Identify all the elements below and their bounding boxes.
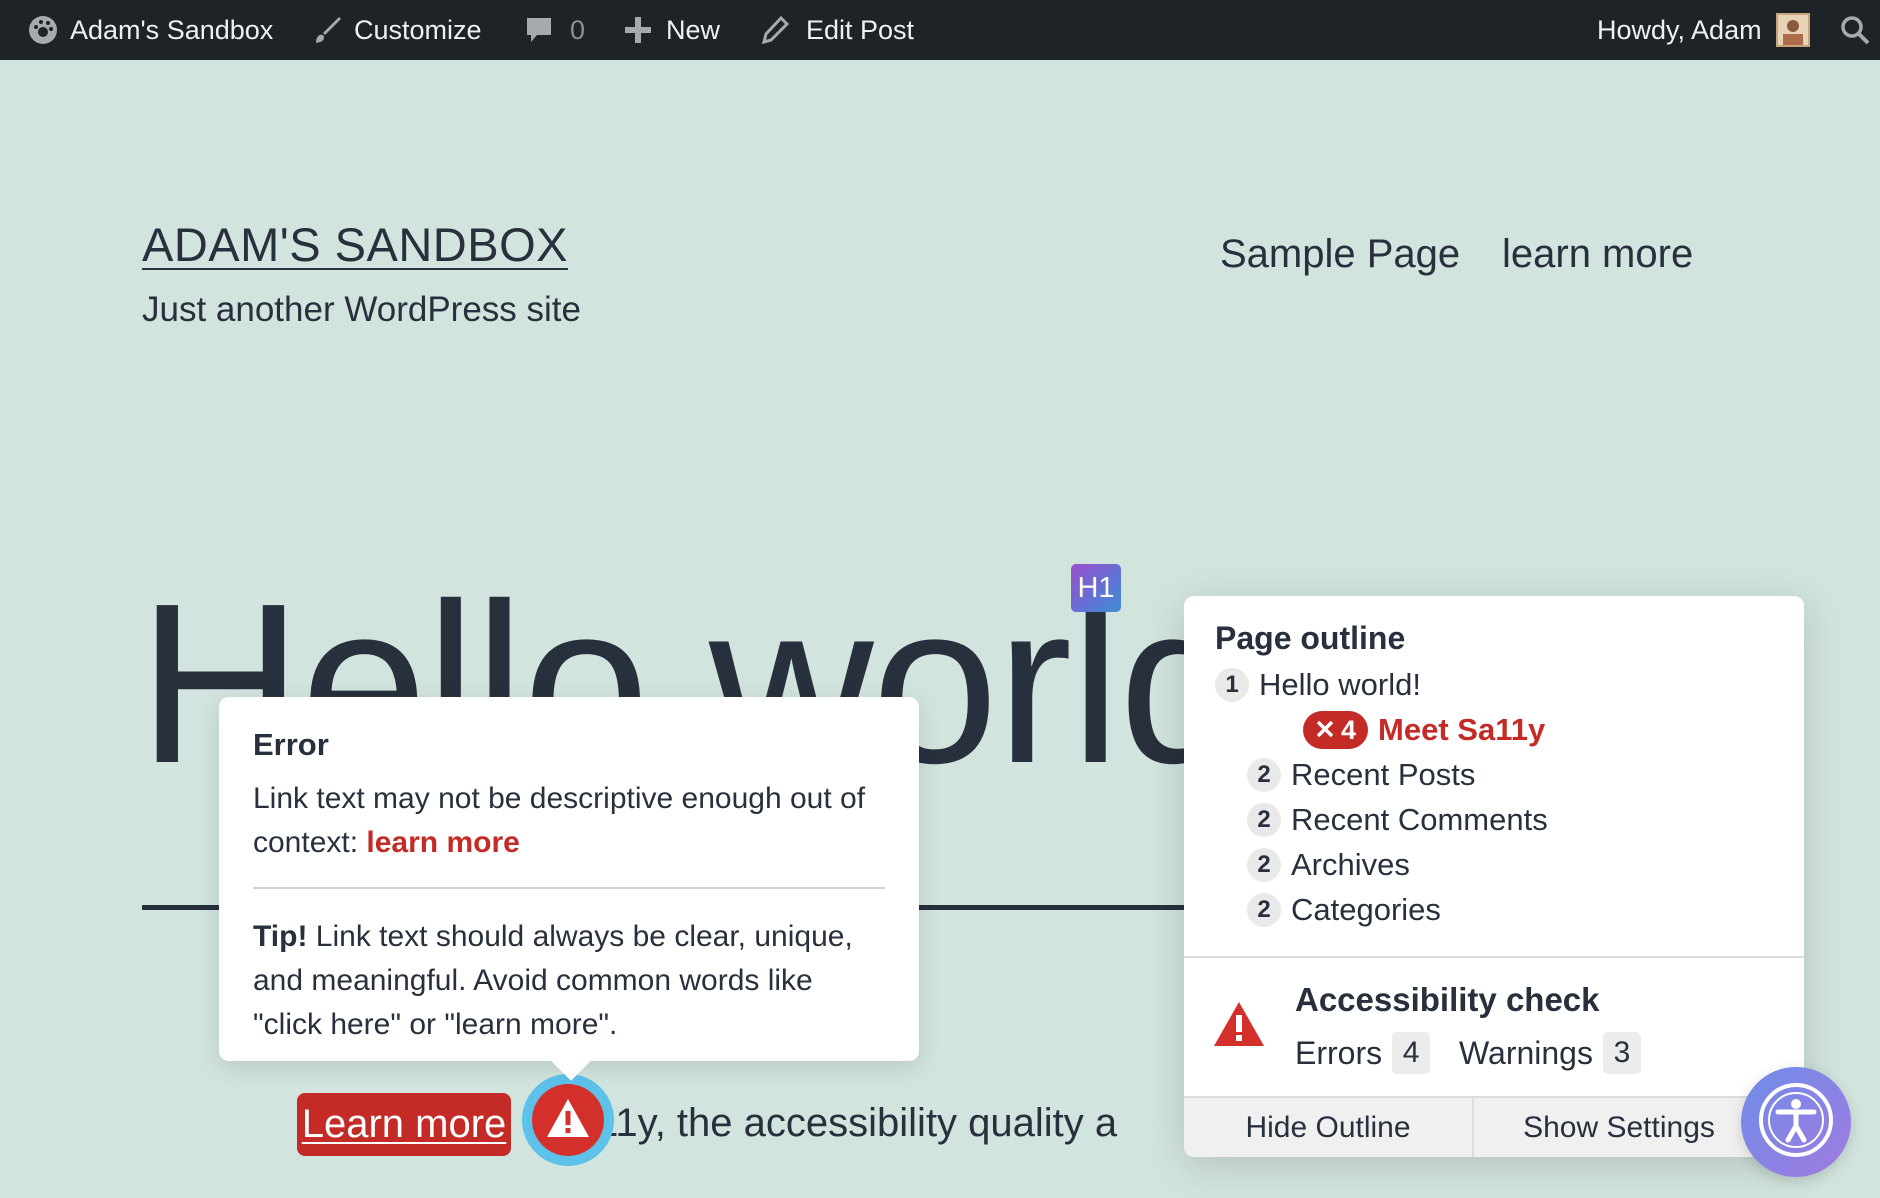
nav-learn-more[interactable]: learn more — [1502, 232, 1693, 277]
error-count: 4 — [1341, 714, 1357, 745]
warnings-summary: Warnings 3 — [1459, 1032, 1641, 1074]
brush-icon — [312, 15, 342, 45]
error-count-pill: 4 — [1303, 711, 1369, 749]
new-content-menu[interactable]: New — [624, 0, 720, 60]
error-tooltip: Error Link text may not be descriptive e… — [219, 697, 919, 1061]
outline-item[interactable]: 1 Hello world! — [1215, 667, 1421, 703]
error-annotation-button[interactable] — [522, 1074, 614, 1166]
heading-level: 2 — [1247, 893, 1281, 927]
tooltip-divider — [253, 887, 885, 889]
errors-label: Errors — [1295, 1034, 1383, 1071]
dashboard-icon — [28, 15, 58, 45]
new-label: New — [666, 14, 721, 45]
heading-level: 2 — [1247, 848, 1281, 882]
avatar — [1775, 13, 1810, 47]
outline-item-text: Categories — [1291, 892, 1441, 927]
tooltip-flagged-text: learn more — [366, 826, 520, 859]
tooltip-tip: Tip! Link text should always be clear, u… — [253, 915, 885, 1047]
site-title-link[interactable]: ADAM'S SANDBOX — [142, 217, 568, 272]
show-settings-button[interactable]: Show Settings — [1474, 1098, 1764, 1157]
alert-icon — [1212, 1000, 1266, 1053]
customize-link[interactable]: Customize — [312, 0, 482, 60]
pencil-icon — [760, 15, 790, 45]
outline-item[interactable]: 2 Categories — [1247, 892, 1441, 928]
site-name-label: Adam's Sandbox — [70, 14, 274, 45]
admin-bar: Adam's Sandbox Customize 0 New Edit Post… — [0, 0, 1880, 60]
warnings-count: 3 — [1602, 1032, 1641, 1074]
outline-item-text: Archives — [1291, 847, 1410, 882]
outline-item-text: Meet Sa11y — [1378, 712, 1546, 747]
accessibility-check-title: Accessibility check — [1295, 981, 1600, 1018]
tooltip-message-text: Link text may not be descriptive enough … — [253, 782, 866, 859]
heading-level: 2 — [1247, 803, 1281, 837]
comments-link[interactable]: 0 — [524, 0, 585, 60]
site-name-menu[interactable]: Adam's Sandbox — [28, 0, 273, 60]
outline-item-text: Recent Posts — [1291, 757, 1476, 792]
edit-post-link[interactable]: Edit Post — [760, 0, 914, 60]
edit-post-label: Edit Post — [806, 14, 915, 45]
errors-count: 4 — [1392, 1032, 1431, 1074]
outline-item-text: Hello world! — [1259, 667, 1421, 702]
plus-icon — [624, 16, 652, 44]
learn-more-link-label: Learn more — [301, 1102, 507, 1146]
warning-icon — [545, 1097, 591, 1144]
search-toggle[interactable] — [1840, 0, 1870, 60]
comment-icon — [524, 15, 554, 45]
tip-text: Link text should always be clear, unique… — [253, 920, 853, 1041]
tip-label: Tip! — [253, 920, 308, 953]
sa11y-panel: Page outline 1 Hello world! 4 Meet Sa11y… — [1184, 596, 1804, 1157]
errors-summary: Errors 4 — [1295, 1032, 1431, 1074]
panel-divider — [1184, 956, 1804, 958]
site-description: Just another WordPress site — [142, 290, 581, 329]
tooltip-message: Link text may not be descriptive enough … — [253, 777, 885, 865]
accessibility-icon — [1758, 1082, 1834, 1163]
accessibility-toggle-button[interactable] — [1741, 1067, 1851, 1177]
tooltip-title: Error — [253, 727, 329, 762]
comments-count: 0 — [570, 14, 586, 45]
heading-level: 2 — [1247, 758, 1281, 792]
outline-item-error[interactable]: 4 Meet Sa11y — [1303, 711, 1545, 749]
my-account-menu[interactable]: Howdy, Adam — [1597, 0, 1810, 60]
warnings-label: Warnings — [1459, 1034, 1593, 1071]
outline-item[interactable]: 2 Recent Posts — [1247, 757, 1475, 793]
outline-title: Page outline — [1215, 620, 1406, 656]
hide-outline-button[interactable]: Hide Outline — [1184, 1098, 1474, 1157]
search-icon — [1840, 15, 1870, 45]
learn-more-link[interactable]: Learn more — [297, 1093, 511, 1156]
outline-item-text: Recent Comments — [1291, 802, 1548, 837]
outline-item[interactable]: 2 Recent Comments — [1247, 802, 1548, 838]
heading-level: 1 — [1215, 668, 1249, 702]
outline-item[interactable]: 2 Archives — [1247, 847, 1410, 883]
howdy-label: Howdy, Adam — [1597, 14, 1762, 45]
panel-footer: Hide Outline Show Settings — [1184, 1096, 1804, 1157]
close-icon — [1315, 715, 1335, 746]
nav-sample-page[interactable]: Sample Page — [1220, 232, 1460, 277]
heading-level-badge: H1 — [1071, 564, 1121, 612]
customize-label: Customize — [354, 14, 482, 45]
